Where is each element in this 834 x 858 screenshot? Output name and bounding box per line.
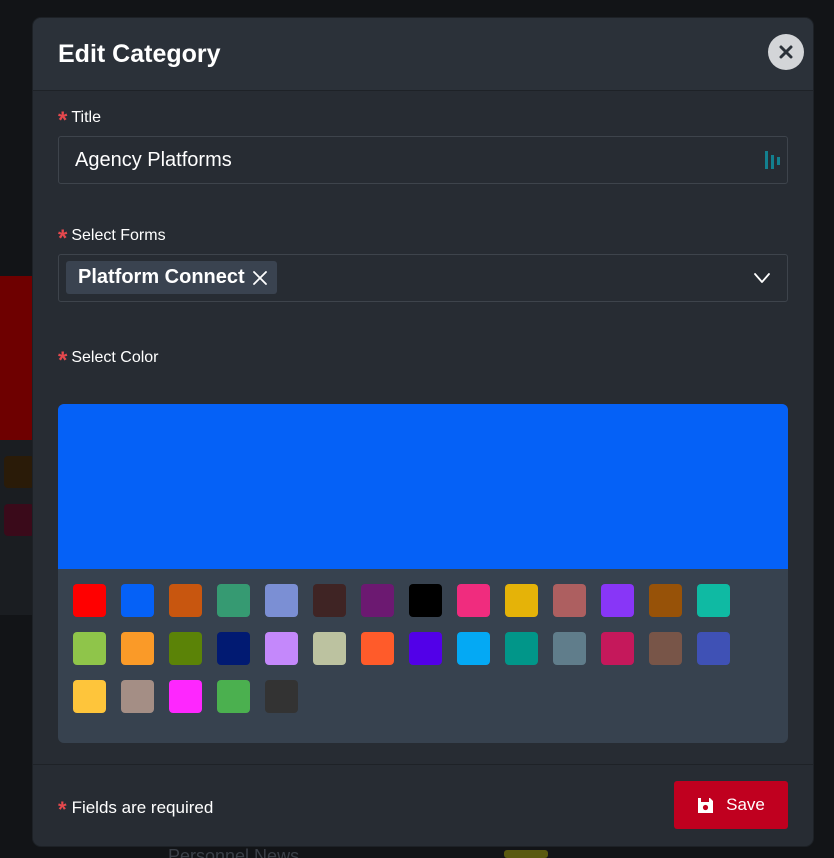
required-asterisk-icon: * <box>58 347 68 374</box>
color-swatch[interactable] <box>73 584 106 617</box>
title-field-wrapper <box>58 136 788 184</box>
color-swatch[interactable] <box>457 584 490 617</box>
required-note-text: Fields are required <box>71 798 214 817</box>
lastpass-icon[interactable] <box>763 149 781 171</box>
edit-category-modal: Edit Category * Title * Select Forms Pla… <box>33 18 813 846</box>
color-swatch[interactable] <box>217 584 250 617</box>
required-asterisk-icon: * <box>58 225 68 252</box>
background-badge <box>504 850 548 858</box>
color-swatch[interactable] <box>697 632 730 665</box>
background-text: Personnel News <box>168 846 300 858</box>
background-panel-accent <box>0 276 34 440</box>
color-label: * Select Color <box>58 346 159 374</box>
save-button-label: Save <box>726 795 765 814</box>
forms-label: * Select Forms <box>58 224 166 252</box>
background-chip <box>4 504 34 536</box>
forms-multiselect[interactable]: Platform Connect <box>58 254 788 302</box>
required-note: * Fields are required <box>58 797 214 822</box>
required-asterisk-icon: * <box>58 107 68 134</box>
color-swatch[interactable] <box>265 680 298 713</box>
modal-footer: * Fields are required Save <box>33 764 813 846</box>
color-swatch[interactable] <box>313 584 346 617</box>
color-swatch[interactable] <box>121 680 154 713</box>
color-swatch[interactable] <box>409 632 442 665</box>
color-swatch[interactable] <box>361 584 394 617</box>
selected-form-tag: Platform Connect <box>66 261 277 294</box>
floppy-disk-icon <box>698 797 714 813</box>
color-swatch[interactable] <box>265 632 298 665</box>
color-swatch[interactable] <box>73 680 106 713</box>
color-swatch[interactable] <box>649 632 682 665</box>
modal-header: Edit Category <box>33 18 813 91</box>
color-swatch-grid <box>73 584 730 713</box>
close-button[interactable] <box>768 34 804 70</box>
color-swatch[interactable] <box>73 632 106 665</box>
color-label-text: Select Color <box>71 349 159 366</box>
save-button[interactable]: Save <box>674 781 788 829</box>
color-swatch[interactable] <box>169 584 202 617</box>
title-input[interactable] <box>59 137 787 183</box>
color-swatch[interactable] <box>601 632 634 665</box>
close-icon <box>779 45 793 59</box>
color-picker <box>58 404 788 743</box>
color-swatch[interactable] <box>553 584 586 617</box>
color-preview <box>58 404 788 569</box>
title-label-text: Title <box>71 109 101 126</box>
background-chip <box>4 456 34 488</box>
remove-tag-button[interactable] <box>251 269 269 287</box>
color-swatch[interactable] <box>457 632 490 665</box>
color-swatch[interactable] <box>505 632 538 665</box>
chevron-down-icon[interactable] <box>753 269 771 287</box>
color-swatch[interactable] <box>553 632 586 665</box>
color-swatch[interactable] <box>121 584 154 617</box>
color-swatch[interactable] <box>217 680 250 713</box>
x-icon <box>252 270 267 285</box>
color-swatch[interactable] <box>649 584 682 617</box>
title-label: * Title <box>58 106 101 134</box>
color-swatch[interactable] <box>169 680 202 713</box>
color-swatch[interactable] <box>601 584 634 617</box>
color-swatch[interactable] <box>121 632 154 665</box>
selected-form-tag-label: Platform Connect <box>78 266 245 288</box>
color-swatch[interactable] <box>505 584 538 617</box>
color-swatch[interactable] <box>217 632 250 665</box>
color-swatch[interactable] <box>697 584 730 617</box>
required-asterisk-icon: * <box>58 797 67 822</box>
color-swatch[interactable] <box>169 632 202 665</box>
color-swatch[interactable] <box>265 584 298 617</box>
color-swatch[interactable] <box>409 584 442 617</box>
color-swatch[interactable] <box>361 632 394 665</box>
modal-title: Edit Category <box>58 40 221 68</box>
color-swatch[interactable] <box>313 632 346 665</box>
forms-label-text: Select Forms <box>71 227 166 244</box>
